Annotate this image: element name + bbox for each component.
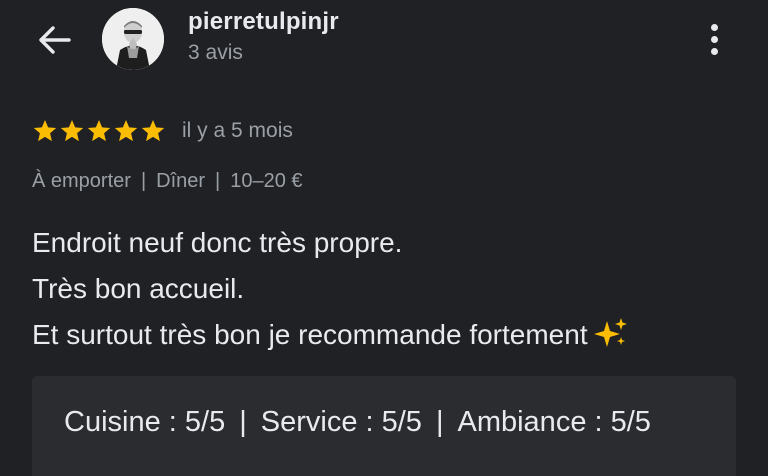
rating-row: il y a 5 mois bbox=[32, 116, 293, 146]
avatar[interactable] bbox=[102, 8, 164, 70]
review-header: pierretulpinjr 3 avis bbox=[0, 0, 768, 90]
meta-separator: | bbox=[215, 170, 221, 192]
review-line: Endroit neuf donc très propre. bbox=[32, 227, 403, 258]
more-options-button[interactable] bbox=[696, 18, 732, 60]
review-line-text: Et surtout très bon je recommande fortem… bbox=[32, 319, 588, 350]
review-line: Très bon accueil. bbox=[32, 273, 245, 304]
more-vertical-icon bbox=[710, 23, 718, 31]
sparkles-icon bbox=[593, 318, 627, 347]
review-body: Endroit neuf donc très propre. Très bon … bbox=[32, 220, 742, 358]
more-vertical-icon-dot-2 bbox=[710, 35, 718, 43]
review-count: 3 avis bbox=[188, 41, 243, 64]
arrow-left-icon bbox=[39, 26, 71, 54]
meta-separator: | bbox=[140, 170, 147, 192]
star-icon bbox=[141, 119, 165, 142]
star-rating bbox=[32, 118, 166, 144]
star-icon bbox=[87, 119, 111, 142]
back-button[interactable] bbox=[30, 20, 78, 60]
more-vertical-icon-dot-3 bbox=[710, 47, 718, 55]
cuisine-rating: Cuisine : 5/5 bbox=[64, 406, 226, 438]
ambiance-rating: Ambiance : 5/5 bbox=[457, 406, 651, 438]
review-line: Et surtout très bon je recommande fortem… bbox=[32, 312, 742, 358]
star-icon bbox=[33, 119, 57, 142]
rating-separator: | bbox=[239, 406, 247, 438]
star-icon bbox=[114, 119, 138, 142]
reviewer-name[interactable]: pierretulpinjr bbox=[188, 8, 339, 36]
review-meta: À emporter | Dîner | 10–20 € bbox=[32, 170, 303, 193]
meal-type: Dîner bbox=[156, 170, 206, 192]
rating-separator: | bbox=[435, 406, 444, 438]
price-range: 10–20 € bbox=[230, 170, 303, 192]
service-rating: Service : 5/5 bbox=[260, 406, 422, 438]
profile-photo bbox=[102, 8, 164, 70]
service-type: À emporter bbox=[32, 170, 131, 192]
review-date: il y a 5 mois bbox=[182, 119, 293, 142]
star-icon bbox=[60, 119, 84, 142]
sub-ratings-panel: Cuisine : 5/5 | Service : 5/5 | Ambiance… bbox=[32, 376, 736, 476]
sub-ratings: Cuisine : 5/5 | Service : 5/5 | Ambiance… bbox=[64, 406, 651, 439]
